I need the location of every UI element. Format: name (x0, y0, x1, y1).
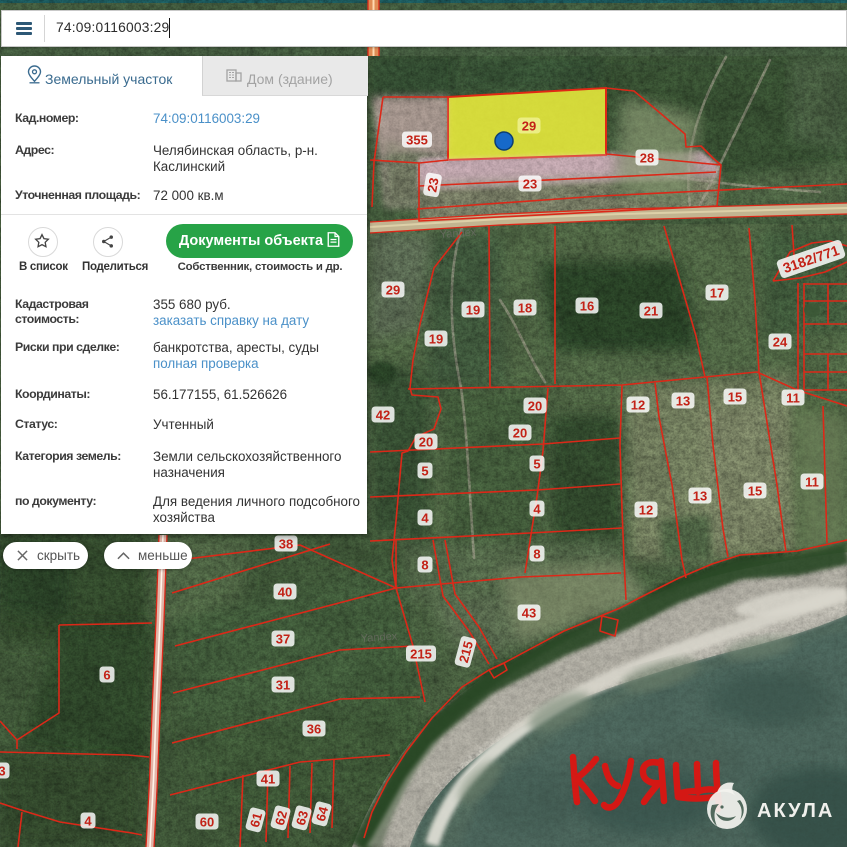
svg-text:4: 4 (421, 511, 429, 526)
svg-text:20: 20 (513, 426, 527, 441)
svg-text:АКУЛА: АКУЛА (757, 800, 834, 822)
svg-text:3: 3 (0, 764, 6, 779)
svg-text:28: 28 (640, 151, 654, 166)
svg-text:24: 24 (773, 335, 788, 350)
svg-text:29: 29 (522, 119, 536, 134)
svg-text:18: 18 (518, 301, 532, 316)
svg-text:4: 4 (533, 502, 541, 517)
svg-text:36: 36 (307, 722, 321, 737)
svg-text:15: 15 (728, 390, 742, 405)
svg-text:19: 19 (429, 332, 443, 347)
svg-text:8: 8 (421, 558, 428, 573)
svg-text:20: 20 (528, 399, 542, 414)
svg-text:16: 16 (580, 299, 594, 314)
svg-text:43: 43 (522, 606, 536, 621)
svg-text:355: 355 (406, 133, 428, 148)
svg-text:215: 215 (410, 647, 432, 662)
svg-text:38: 38 (279, 537, 293, 552)
svg-text:4: 4 (84, 814, 92, 829)
svg-text:12: 12 (639, 503, 653, 518)
svg-text:42: 42 (376, 408, 390, 423)
svg-text:41: 41 (261, 772, 275, 787)
svg-text:13: 13 (676, 394, 690, 409)
svg-text:23: 23 (523, 177, 537, 192)
svg-text:21: 21 (644, 304, 658, 319)
svg-text:20: 20 (419, 435, 433, 450)
svg-text:19: 19 (466, 303, 480, 318)
svg-text:11: 11 (805, 475, 819, 490)
svg-text:40: 40 (278, 585, 292, 600)
svg-text:60: 60 (200, 815, 214, 830)
svg-text:31: 31 (276, 678, 290, 693)
svg-text:6: 6 (103, 668, 110, 683)
svg-text:15: 15 (748, 484, 762, 499)
svg-text:5: 5 (421, 464, 428, 479)
svg-text:8: 8 (533, 547, 540, 562)
svg-text:37: 37 (276, 632, 290, 647)
svg-text:12: 12 (631, 398, 645, 413)
svg-text:5: 5 (533, 457, 540, 472)
svg-text:13: 13 (693, 489, 707, 504)
svg-text:11: 11 (786, 391, 800, 406)
svg-text:17: 17 (710, 286, 724, 301)
svg-text:29: 29 (386, 283, 400, 298)
svg-text:23: 23 (424, 177, 441, 194)
